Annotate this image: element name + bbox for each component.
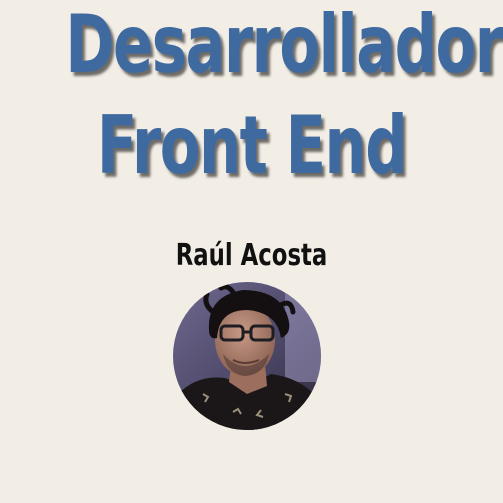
avatar-photo: [173, 282, 321, 430]
hero-title-line-1: Desarrollador: [65, 0, 503, 91]
hero-title-line-2: Front End: [96, 99, 408, 192]
avatar: [173, 282, 321, 430]
page: Desarrollador Front End Raúl Acosta: [0, 0, 503, 503]
hero-title: Desarrollador Front End: [65, 0, 503, 196]
author-name: Raúl Acosta: [175, 238, 328, 273]
